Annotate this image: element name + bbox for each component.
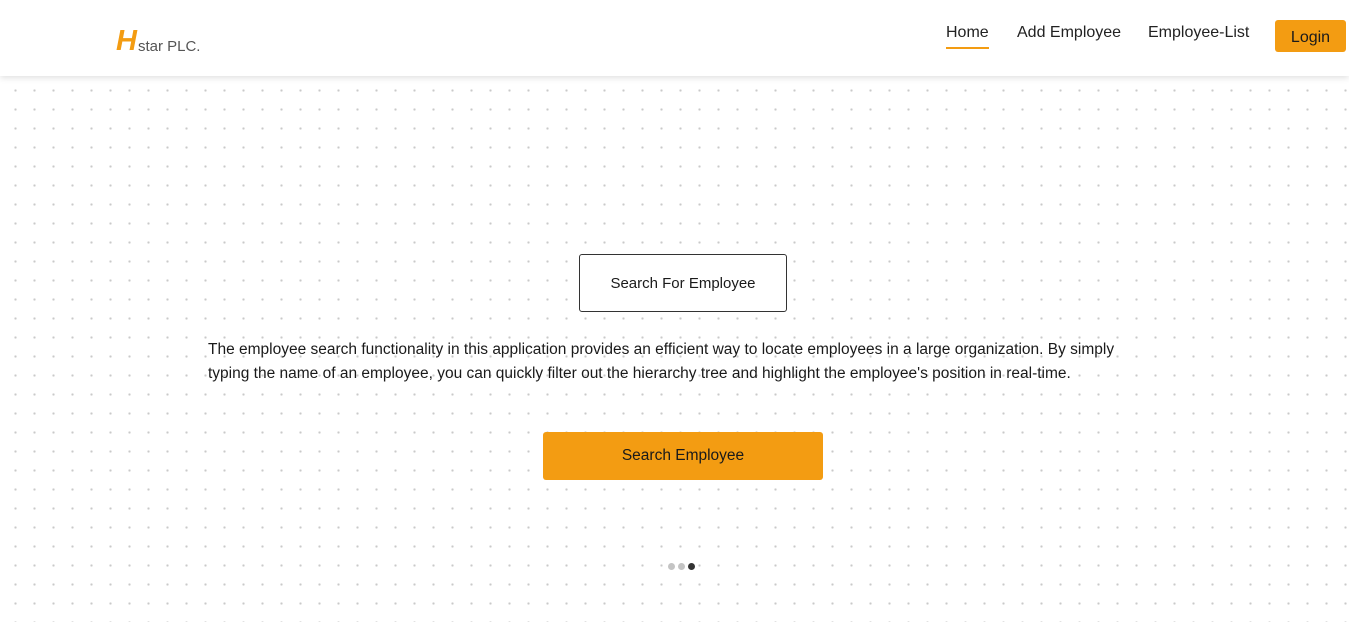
top-navbar: H star PLC. Home Add Employee Employee-L…: [0, 0, 1349, 76]
search-description: The employee search functionality in thi…: [208, 341, 1115, 382]
search-for-employee-heading: Search For Employee: [579, 254, 787, 312]
nav-employee-list-link[interactable]: Employee-List: [1148, 22, 1249, 44]
carousel-dot-1[interactable]: [668, 563, 675, 570]
login-button[interactable]: Login: [1275, 20, 1346, 52]
carousel-dot-3[interactable]: [688, 563, 695, 570]
nav-home-link[interactable]: Home: [946, 22, 989, 49]
search-employee-button[interactable]: Search Employee: [543, 432, 823, 480]
carousel-dot-2[interactable]: [678, 563, 685, 570]
main-nav: Home Add Employee Employee-List: [0, 0, 1349, 76]
nav-add-employee-link[interactable]: Add Employee: [1017, 22, 1121, 44]
search-for-employee-label: Search For Employee: [610, 274, 756, 292]
carousel-indicators: [668, 563, 695, 570]
